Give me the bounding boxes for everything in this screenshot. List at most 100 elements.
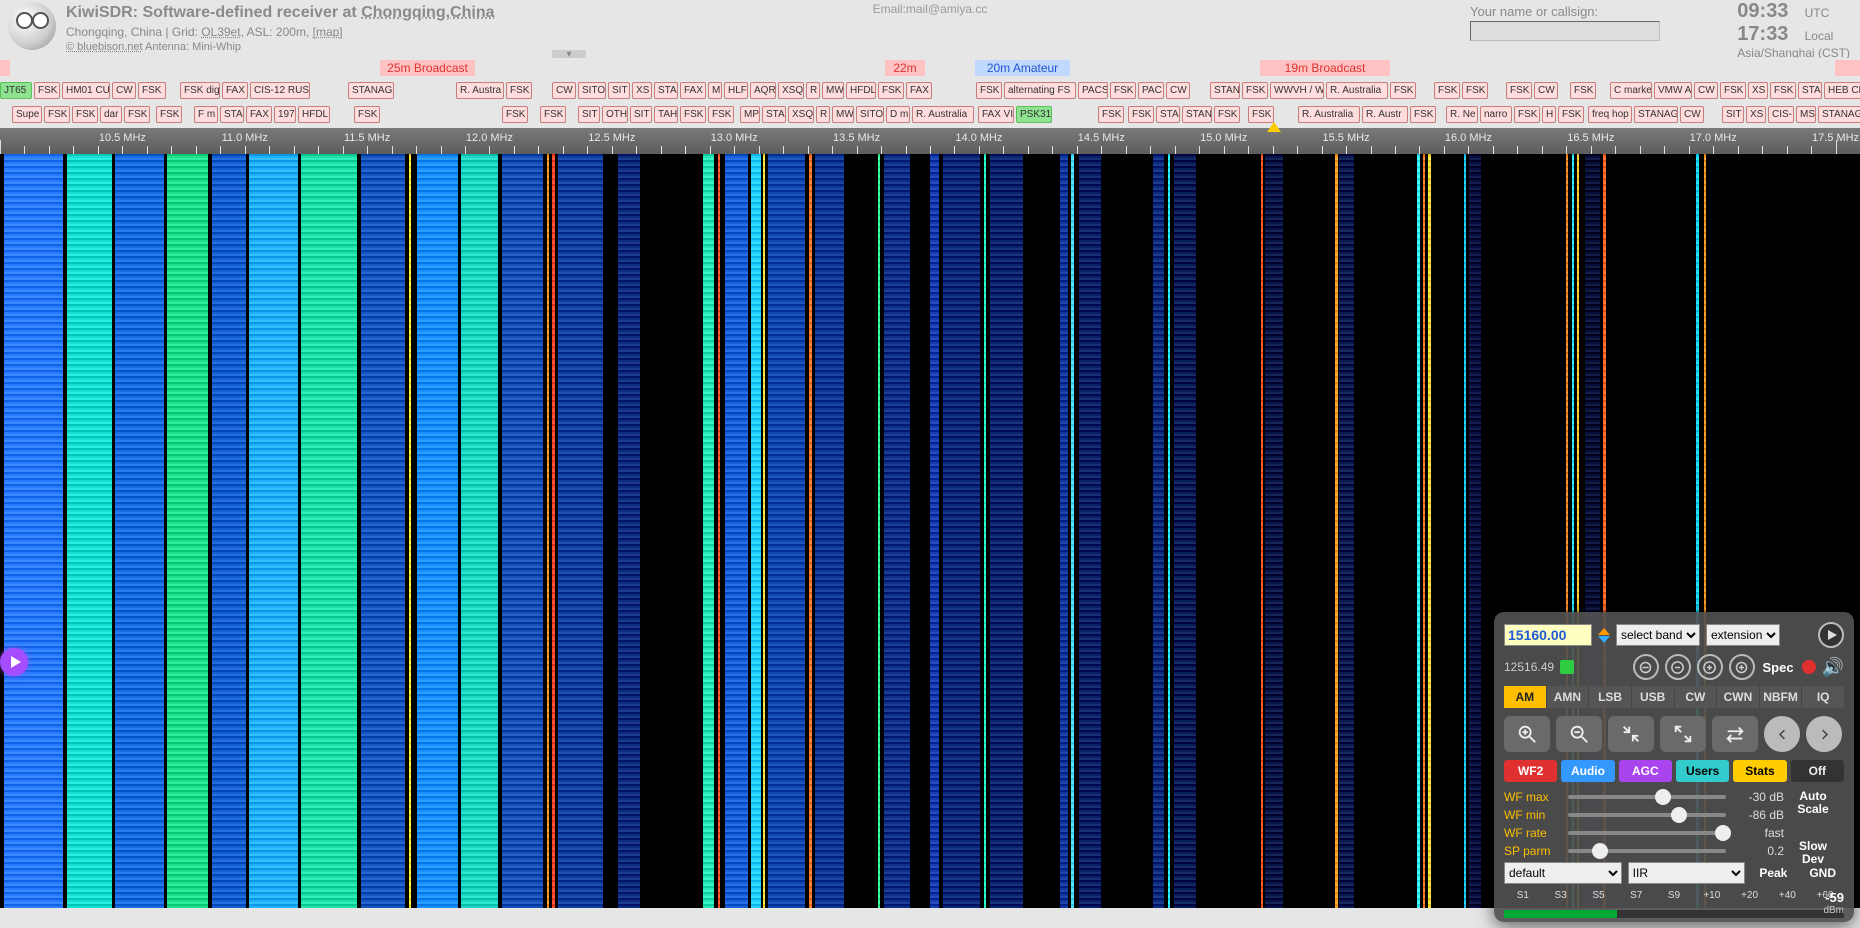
- tune-cursor-icon[interactable]: [1267, 122, 1281, 132]
- record-button[interactable]: [1802, 660, 1816, 674]
- freq-label[interactable]: SITO: [578, 82, 606, 99]
- mode-usb-button[interactable]: USB: [1632, 686, 1675, 708]
- mode-amn-button[interactable]: AMN: [1547, 686, 1590, 708]
- freq-label[interactable]: D m: [886, 106, 910, 123]
- freq-label[interactable]: CW: [1166, 82, 1190, 99]
- page-left-button[interactable]: [1764, 716, 1800, 752]
- slow-dev-button[interactable]: Slow Dev: [1792, 840, 1834, 866]
- mode-cw-button[interactable]: CW: [1675, 686, 1718, 708]
- freq-label[interactable]: XS: [1746, 106, 1766, 123]
- credit-link[interactable]: © bluebison.net: [66, 41, 143, 53]
- freq-label[interactable]: FSK: [72, 106, 98, 123]
- freq-label[interactable]: FSK: [34, 82, 60, 99]
- mode-nbfm-button[interactable]: NBFM: [1760, 686, 1803, 708]
- freq-label[interactable]: FSK: [708, 106, 734, 123]
- map-link[interactable]: [map]: [313, 25, 343, 39]
- freq-label[interactable]: FSK: [540, 106, 566, 123]
- band-bar[interactable]: [0, 60, 10, 76]
- band-bar[interactable]: 20m Amateur: [975, 60, 1070, 76]
- freq-label[interactable]: FSK: [1462, 82, 1488, 99]
- tab-users[interactable]: Users: [1676, 760, 1729, 782]
- grid-link[interactable]: OL39et: [201, 25, 240, 39]
- mode-cwn-button[interactable]: CWN: [1717, 686, 1760, 708]
- freq-label[interactable]: STA: [762, 106, 786, 123]
- freq-label[interactable]: VMW A: [1654, 82, 1692, 99]
- freq-label[interactable]: FAX: [906, 82, 932, 99]
- band-bar[interactable]: 19m Broadcast: [1260, 60, 1390, 76]
- spec-label[interactable]: Spec: [1763, 660, 1794, 675]
- freq-label[interactable]: CW: [112, 82, 136, 99]
- zoom-in-max-button[interactable]: [1729, 654, 1755, 680]
- tab-audio[interactable]: Audio: [1561, 760, 1614, 782]
- freq-label[interactable]: PSK31: [1016, 106, 1052, 123]
- mode-lsb-button[interactable]: LSB: [1589, 686, 1632, 708]
- freq-label[interactable]: CIS-: [1768, 106, 1794, 123]
- freq-label[interactable]: PACS: [1078, 82, 1108, 99]
- freq-label[interactable]: MW: [822, 82, 844, 99]
- freq-label[interactable]: HFDL: [298, 106, 330, 123]
- freq-label[interactable]: FSK: [124, 106, 150, 123]
- freq-label[interactable]: F m: [194, 106, 218, 123]
- freq-label[interactable]: MP: [740, 106, 760, 123]
- freq-label[interactable]: SITO: [856, 106, 884, 123]
- freq-label[interactable]: FSK: [680, 106, 706, 123]
- owner-email[interactable]: Email:mail@amiya.cc: [873, 2, 988, 16]
- freq-label[interactable]: FSK: [354, 106, 380, 123]
- freq-label[interactable]: STANAG: [1818, 106, 1860, 123]
- slider-thumb[interactable]: [1592, 843, 1608, 859]
- freq-label[interactable]: XS: [1748, 82, 1768, 99]
- freq-label[interactable]: XSQ: [788, 106, 814, 123]
- title-location-link[interactable]: Chongqing,China: [361, 4, 494, 21]
- freq-label[interactable]: FSK: [1390, 82, 1416, 99]
- speaker-icon[interactable]: 🔊: [1822, 657, 1844, 678]
- freq-label[interactable]: FSK: [1434, 82, 1460, 99]
- freq-label[interactable]: FSK: [506, 82, 532, 99]
- freq-label[interactable]: FSK digit: [180, 82, 220, 99]
- freq-label[interactable]: freq hop: [1588, 106, 1632, 123]
- zoom-out-max-button[interactable]: [1633, 654, 1659, 680]
- freq-label[interactable]: FSK: [156, 106, 182, 123]
- freq-label[interactable]: FSK: [1558, 106, 1584, 123]
- zoom-in-waterfall-button[interactable]: [1504, 716, 1550, 752]
- tab-stats[interactable]: Stats: [1733, 760, 1786, 782]
- freq-label[interactable]: FSK: [1770, 82, 1796, 99]
- freq-label[interactable]: FSK: [1214, 106, 1240, 123]
- freq-label[interactable]: HFDL: [846, 82, 876, 99]
- slider-track[interactable]: [1568, 849, 1726, 853]
- freq-label[interactable]: R. Ne: [1446, 106, 1478, 123]
- freq-label[interactable]: CW: [1694, 82, 1718, 99]
- freq-label[interactable]: SIT: [578, 106, 600, 123]
- freq-label[interactable]: R. Austra: [456, 82, 504, 99]
- freq-label[interactable]: dar: [100, 106, 122, 123]
- freq-label[interactable]: JT65: [0, 82, 32, 99]
- freq-label[interactable]: R. Australia: [1298, 106, 1360, 123]
- freq-label[interactable]: FAX: [680, 82, 706, 99]
- freq-label[interactable]: FSK: [502, 106, 528, 123]
- freq-label[interactable]: CW: [1680, 106, 1704, 123]
- band-bar[interactable]: 25m Broadcast: [380, 60, 475, 76]
- freq-label[interactable]: alternating FS: [1004, 82, 1076, 99]
- freq-label[interactable]: CW: [552, 82, 576, 99]
- freq-label[interactable]: 197: [274, 106, 296, 123]
- freq-label[interactable]: FAX VI: [978, 106, 1014, 123]
- freq-label[interactable]: FSK: [1514, 106, 1540, 123]
- freq-label[interactable]: FSK: [44, 106, 70, 123]
- freq-label[interactable]: FSK: [1128, 106, 1154, 123]
- freq-label[interactable]: FAX: [246, 106, 272, 123]
- freq-label[interactable]: FSK: [1098, 106, 1124, 123]
- gnd-button[interactable]: GND: [1801, 864, 1844, 882]
- freq-label[interactable]: TAH: [654, 106, 678, 123]
- freq-label[interactable]: AQR: [750, 82, 776, 99]
- freq-label[interactable]: XSQ: [778, 82, 804, 99]
- band-bar[interactable]: 22m: [885, 60, 925, 76]
- freq-label[interactable]: MS: [1796, 106, 1816, 123]
- callsign-input[interactable]: [1470, 21, 1660, 41]
- freq-label[interactable]: FSK: [138, 82, 166, 99]
- freq-label[interactable]: narro: [1480, 106, 1512, 123]
- freq-label[interactable]: CW: [1534, 82, 1558, 99]
- freq-label[interactable]: R. Austr: [1362, 106, 1408, 123]
- freq-label[interactable]: PAC: [1138, 82, 1164, 99]
- zoom-out-button[interactable]: [1665, 654, 1691, 680]
- freq-label[interactable]: M: [708, 82, 722, 99]
- colormap-select[interactable]: default: [1504, 862, 1622, 884]
